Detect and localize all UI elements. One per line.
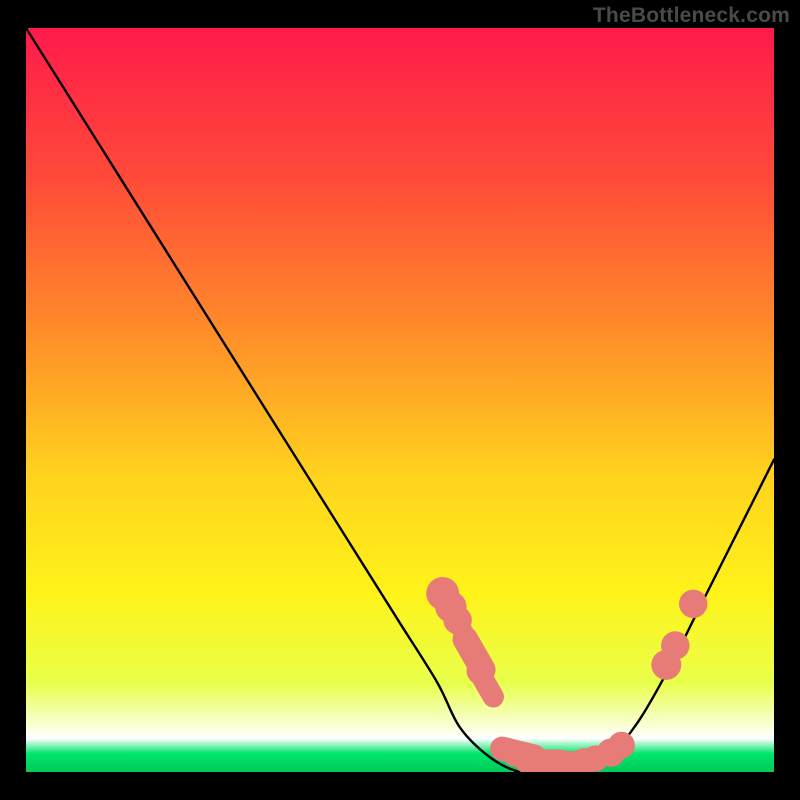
chart-plot (26, 28, 774, 772)
chart-stage: TheBottleneck.com (0, 0, 800, 800)
chart-svg (26, 28, 774, 772)
data-marker (679, 590, 707, 618)
data-marker (608, 732, 635, 759)
data-marker (661, 631, 689, 659)
watermark-label: TheBottleneck.com (593, 4, 790, 28)
data-marker (479, 672, 494, 697)
